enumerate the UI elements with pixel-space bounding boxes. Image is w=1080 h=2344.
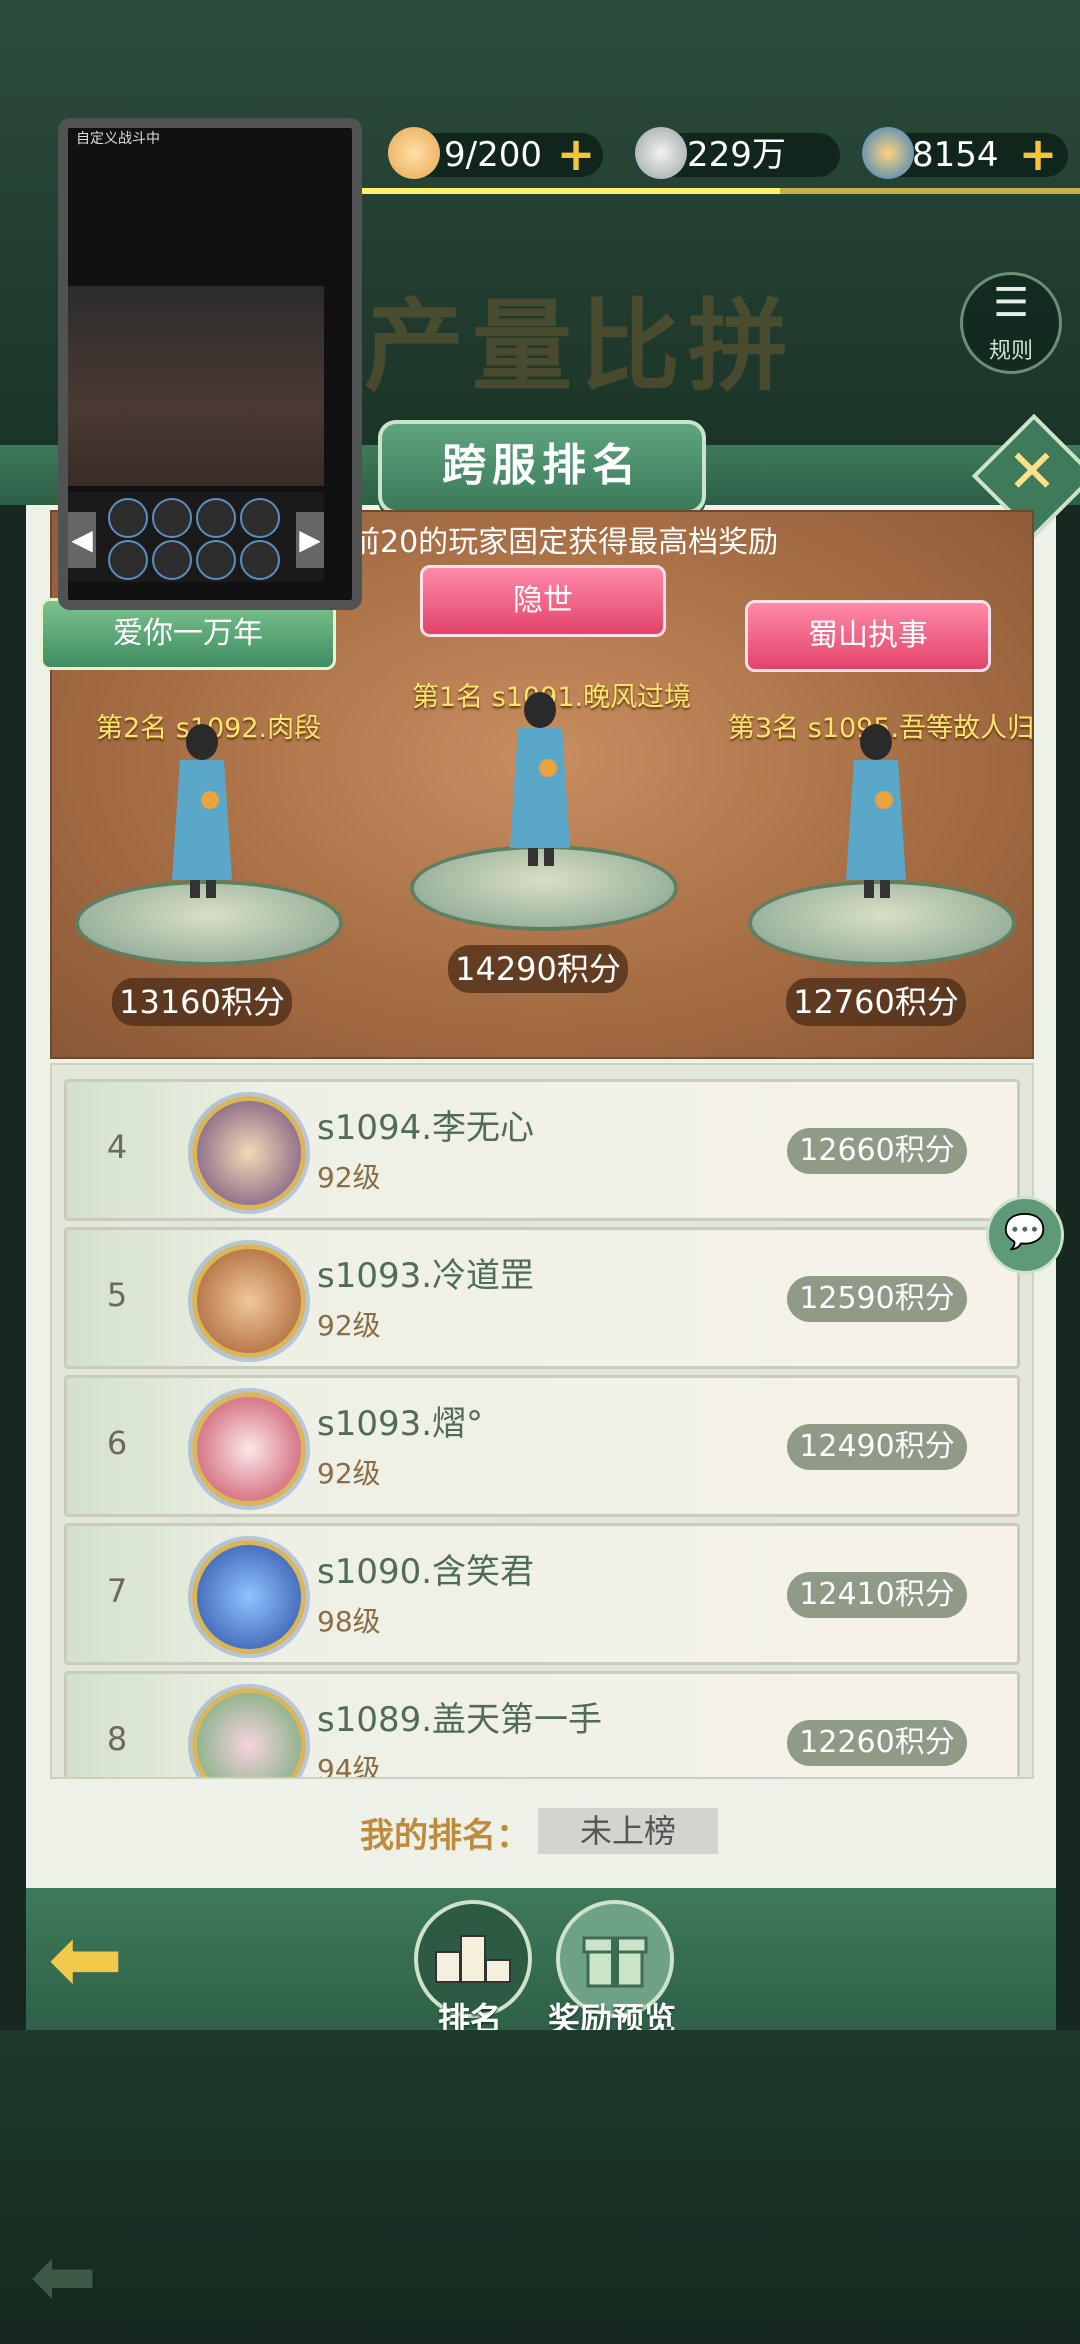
panel-title: 跨服排名 [378, 420, 706, 514]
player-name: s1093.熠° [317, 1404, 484, 1444]
back-arrow-icon: ⬅ [48, 1907, 124, 2012]
ranking-row[interactable]: 6 s1093.熠° 92级 12490积分 [64, 1375, 1020, 1517]
player-avatar[interactable] [192, 1540, 306, 1654]
skill-slot[interactable] [240, 498, 280, 538]
player-level: 94级 [317, 1753, 381, 1779]
skill-slot[interactable] [152, 498, 192, 538]
overlay-title: 自定义战斗中 [76, 131, 160, 147]
overlay-game-view[interactable] [68, 286, 324, 486]
row-rank: 4 [106, 1128, 128, 1166]
add-bun-button[interactable]: + [554, 131, 598, 177]
player-score: 12490积分 [787, 1424, 967, 1470]
skill-slot[interactable] [108, 498, 148, 538]
player-level: 92级 [317, 1309, 381, 1342]
jade-icon [862, 127, 914, 179]
podium-score-2: 13160积分 [112, 978, 292, 1026]
skill-slot[interactable] [108, 540, 148, 580]
player-score: 12260积分 [787, 1720, 967, 1766]
player-level: 92级 [317, 1457, 381, 1490]
background-back-icon: ⬅ [30, 2230, 98, 2323]
bun-icon [388, 127, 440, 179]
rules-button[interactable]: ☰ 规则 [960, 272, 1062, 374]
player-level: 98级 [317, 1605, 381, 1638]
coin-icon [635, 127, 687, 179]
row-rank: 5 [106, 1276, 128, 1314]
player-avatar[interactable] [192, 1688, 306, 1777]
row-rank: 6 [106, 1424, 128, 1462]
rules-label: 规则 [988, 339, 1033, 364]
player-name: s1094.李无心 [317, 1108, 535, 1148]
player-name: s1093.冷道罡 [317, 1256, 535, 1296]
player-score: 12410积分 [787, 1572, 967, 1618]
skill-slot[interactable] [196, 540, 236, 580]
player-score: 12590积分 [787, 1276, 967, 1322]
podium-score-1: 14290积分 [448, 945, 628, 993]
podium-icon [435, 1935, 511, 1983]
jade-value: 8154 [912, 135, 999, 175]
progress-fill [300, 188, 780, 194]
player-score: 12660积分 [787, 1128, 967, 1174]
podium-title-1: 隐世 [420, 565, 666, 637]
podium-score-3: 12760积分 [786, 978, 966, 1026]
panel-footer [26, 1888, 1056, 2040]
skill-slot[interactable] [196, 498, 236, 538]
ranking-row[interactable]: 7 s1090.含笑君 98级 12410积分 [64, 1523, 1020, 1665]
player-avatar[interactable] [192, 1244, 306, 1358]
overlay-prev-icon[interactable]: ◀ [68, 512, 96, 568]
bottom-background [0, 2030, 1080, 2344]
player-level: 92级 [317, 1161, 381, 1194]
chat-button[interactable]: 💬 [986, 1196, 1064, 1274]
coin-value: 229万 [687, 135, 786, 175]
overlay-skill-grid [68, 492, 324, 582]
gift-icon [582, 1936, 648, 1988]
back-button[interactable]: ⬅ [48, 1915, 148, 2005]
rules-icon: ☰ [993, 280, 1029, 326]
bun-value: 9/200 [444, 135, 542, 175]
jade-resource: 8154 + [862, 127, 1068, 179]
player-name: s1089.盖天第一手 [317, 1700, 603, 1740]
row-rank: 8 [106, 1720, 128, 1758]
ranking-row[interactable]: 4 s1094.李无心 92级 12660积分 [64, 1079, 1020, 1221]
skill-slot[interactable] [240, 540, 280, 580]
close-icon[interactable]: ✕ [992, 432, 1072, 512]
add-jade-button[interactable]: + [1016, 131, 1060, 177]
row-rank: 7 [106, 1572, 128, 1610]
overlay-next-icon[interactable]: ▶ [296, 512, 324, 568]
player-name: s1090.含笑君 [317, 1552, 535, 1592]
character-model-3[interactable] [836, 720, 916, 900]
my-rank-label: 我的排名： [360, 1816, 530, 1856]
podium-title-3: 蜀山执事 [745, 600, 991, 672]
character-model-1[interactable] [500, 688, 580, 868]
player-avatar[interactable] [192, 1392, 306, 1506]
event-banner-title: 产量比拼 [364, 288, 796, 405]
skill-slot[interactable] [152, 540, 192, 580]
ranking-row[interactable]: 5 s1093.冷道罡 92级 12590积分 [64, 1227, 1020, 1369]
my-rank-value: 未上榜 [538, 1808, 718, 1854]
player-avatar[interactable] [192, 1096, 306, 1210]
coin-resource: 229万 [635, 127, 840, 179]
reward-notice: 榜前20的玩家固定获得最高档奖励 [320, 525, 779, 560]
chat-bubble-icon: 💬 [1003, 1212, 1047, 1252]
bun-resource: 9/200 + [388, 127, 603, 179]
ranking-row[interactable]: 8 s1089.盖天第一手 94级 12260积分 [64, 1671, 1020, 1779]
character-model-2[interactable] [162, 720, 242, 900]
ranking-list[interactable]: 4 s1094.李无心 92级 12660积分 5 s1093.冷道罡 92级 … [50, 1063, 1034, 1779]
overlay-log [68, 182, 324, 278]
